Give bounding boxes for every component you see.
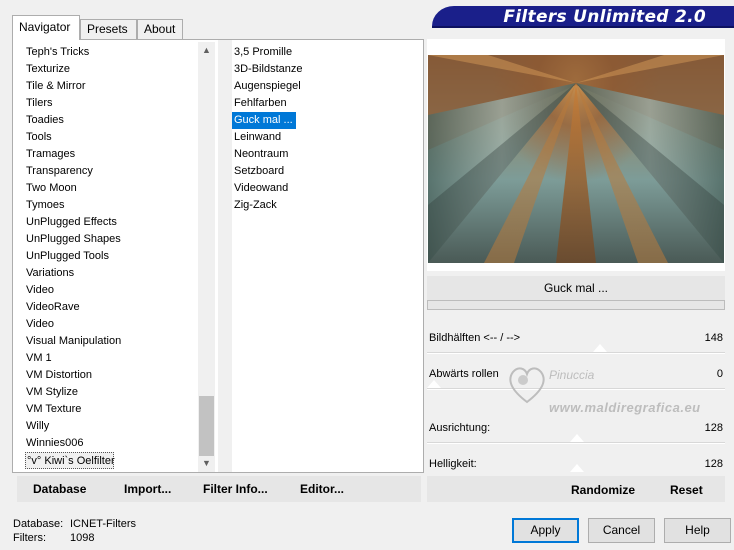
category-item[interactable]: Two Moon	[26, 180, 198, 197]
category-item[interactable]: Transparency	[26, 163, 198, 180]
filter-list[interactable]: 3,5 Promille 3D-Bildstanze Augenspiegel …	[232, 44, 412, 214]
progress-bar	[427, 300, 725, 310]
status-filters-label: Filters:	[13, 532, 46, 544]
filter-item[interactable]: Augenspiegel	[232, 78, 412, 95]
import-link[interactable]: Import...	[124, 482, 171, 496]
filter-item[interactable]: Neontraum	[232, 146, 412, 163]
category-item[interactable]: VM Distortion	[26, 367, 198, 384]
reset-button[interactable]: Reset	[670, 483, 703, 497]
category-item[interactable]: UnPlugged Shapes	[26, 231, 198, 248]
watermark: Pinuccia www.maldiregrafica.eu	[505, 362, 700, 415]
category-item[interactable]: Winnies006	[26, 435, 198, 452]
category-item[interactable]: VM 1	[26, 350, 198, 367]
param-label: Abwärts rollen	[429, 368, 499, 380]
category-item-selected[interactable]: °v° Kiwi`s Oelfilter	[25, 452, 115, 469]
category-item[interactable]: UnPlugged Tools	[26, 248, 198, 265]
current-filter-name: Guck mal ...	[427, 276, 725, 300]
param-bildhaelften[interactable]: Bildhälften <-- / --> 148	[427, 330, 725, 366]
category-item[interactable]: Tile & Mirror	[26, 78, 198, 95]
param-slider-thumb[interactable]	[570, 464, 584, 472]
category-scrollbar[interactable]: ▲ ▼	[198, 42, 215, 472]
category-item[interactable]: Willy	[26, 418, 198, 435]
watermark-name: Pinuccia	[549, 368, 595, 382]
category-item[interactable]: Texturize	[26, 61, 198, 78]
param-value: 0	[716, 368, 723, 380]
category-item[interactable]: Toadies	[26, 112, 198, 129]
scroll-down-arrow-icon[interactable]: ▼	[198, 455, 215, 472]
tab-navigator[interactable]: Navigator	[12, 15, 80, 40]
preset-action-bar: Randomize Reset	[427, 476, 725, 502]
tab-about[interactable]: About	[137, 19, 183, 39]
filter-item[interactable]: Leinwand	[232, 129, 412, 146]
filter-item[interactable]: Setzboard	[232, 163, 412, 180]
param-ausrichtung[interactable]: Ausrichtung: 128	[427, 420, 725, 456]
category-item[interactable]: UnPlugged Effects	[26, 214, 198, 231]
help-button[interactable]: Help	[664, 518, 731, 543]
category-item[interactable]: Tilers	[26, 95, 198, 112]
category-item[interactable]: Video	[26, 316, 198, 333]
param-label: Helligkeit:	[429, 458, 477, 470]
param-slider-track[interactable]	[427, 442, 725, 444]
category-item[interactable]: Teph's Tricks	[26, 44, 198, 61]
filter-item[interactable]: Fehlfarben	[232, 95, 412, 112]
category-item[interactable]: Tramages	[26, 146, 198, 163]
filter-item[interactable]: 3,5 Promille	[232, 44, 412, 61]
category-item[interactable]: VM Stylize	[26, 384, 198, 401]
category-item[interactable]: VM Texture	[26, 401, 198, 418]
category-item[interactable]: Tools	[26, 129, 198, 146]
param-slider-track[interactable]	[427, 352, 725, 354]
filter-info-link[interactable]: Filter Info...	[203, 482, 268, 496]
param-label: Bildhälften <-- / -->	[429, 332, 521, 344]
status-database-value: ICNET-Filters	[70, 518, 136, 530]
database-link-bar: Database Import... Filter Info... Editor…	[17, 476, 421, 502]
category-item[interactable]: Video	[26, 282, 198, 299]
param-value: 128	[704, 458, 723, 470]
editor-link[interactable]: Editor...	[300, 482, 344, 496]
status-database-label: Database:	[13, 518, 64, 530]
filter-preview-image	[428, 55, 724, 263]
preview-frame	[427, 39, 725, 271]
scroll-thumb[interactable]	[199, 396, 214, 456]
param-value: 128	[704, 422, 723, 434]
param-value: 148	[704, 332, 723, 344]
param-slider-thumb[interactable]	[570, 434, 584, 442]
category-item[interactable]: Visual Manipulation	[26, 333, 198, 350]
apply-button[interactable]: Apply	[512, 518, 579, 543]
filter-item[interactable]: Videowand	[232, 180, 412, 197]
category-item[interactable]: Variations	[26, 265, 198, 282]
param-helligkeit[interactable]: Helligkeit: 128	[427, 456, 725, 476]
filter-item[interactable]: Zig-Zack	[232, 197, 412, 214]
param-slider-thumb[interactable]	[427, 380, 441, 388]
category-item[interactable]: VideoRave	[26, 299, 198, 316]
param-slider-thumb[interactable]	[593, 344, 607, 352]
scroll-up-arrow-icon[interactable]: ▲	[198, 42, 215, 59]
database-link[interactable]: Database	[33, 482, 86, 496]
category-item[interactable]: Tymoes	[26, 197, 198, 214]
param-slider-track[interactable]	[427, 388, 725, 390]
filter-item-selected[interactable]: Guck mal ...	[232, 112, 296, 129]
randomize-button[interactable]: Randomize	[571, 483, 635, 497]
filter-item[interactable]: 3D-Bildstanze	[232, 61, 412, 78]
cancel-button[interactable]: Cancel	[588, 518, 655, 543]
banner-title: Filters Unlimited 2.0	[503, 7, 706, 27]
watermark-logo-icon	[509, 367, 545, 404]
title-banner: Filters Unlimited 2.0	[432, 6, 734, 28]
tab-presets[interactable]: Presets	[80, 19, 137, 39]
param-label: Ausrichtung:	[429, 422, 491, 434]
list-divider	[218, 40, 232, 472]
status-filters-value: 1098	[70, 532, 95, 544]
category-list[interactable]: Teph's Tricks Texturize Tile & Mirror Ti…	[25, 44, 198, 469]
watermark-url: www.maldiregrafica.eu	[549, 400, 701, 415]
navigator-panel: Teph's Tricks Texturize Tile & Mirror Ti…	[12, 39, 424, 473]
